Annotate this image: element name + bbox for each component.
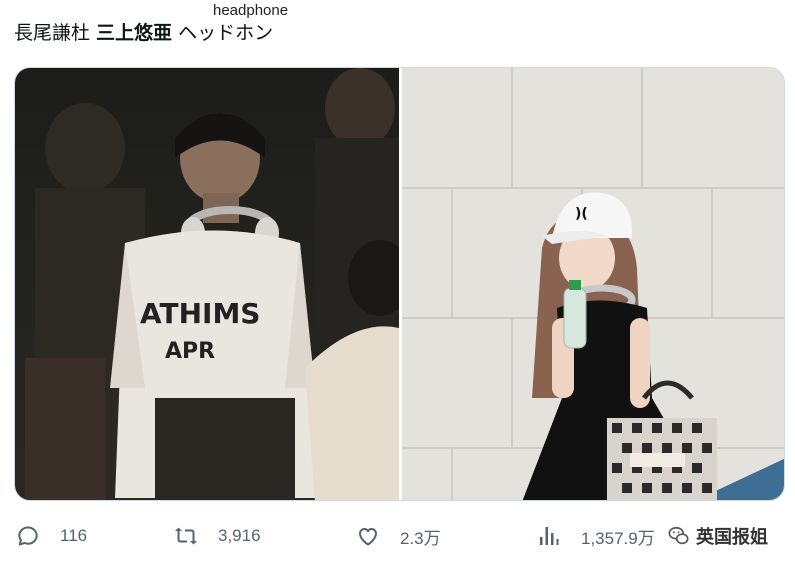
headphone-annotation: headphone (213, 2, 289, 19)
wechat-logo-icon (668, 526, 689, 545)
watermark: 英国报姐 (668, 520, 768, 552)
view-count: 1,357.9万 (581, 528, 655, 548)
views-icon (540, 527, 559, 545)
photo-right[interactable]: )( (402, 68, 784, 500)
reply-icon (18, 526, 38, 546)
svg-text:)(: )( (575, 206, 588, 222)
photo-left-image: ATHIMS APR (15, 68, 399, 500)
views-button[interactable]: 1,357.9万 (537, 518, 655, 554)
like-count: 2.3万 (400, 528, 441, 548)
watermark-text: 英国报姐 (696, 527, 768, 548)
svg-text:ATHIMS: ATHIMS (140, 297, 260, 330)
reply-button[interactable]: 116 (16, 518, 87, 554)
svg-text:APR: APR (165, 339, 215, 364)
tweet-text-suffix: ヘッドホン (172, 22, 274, 44)
tweet-text: 長尾謙杜 三上悠亜 ヘッドホン (14, 20, 273, 46)
tweet-text-plain: 長尾謙杜 (14, 22, 97, 44)
retweet-icon (175, 527, 197, 545)
retweet-button[interactable]: 3,916 (174, 518, 261, 554)
photo-right-image: )( (402, 68, 784, 500)
like-icon (359, 528, 377, 546)
tweet-text-bold: 三上悠亜 (96, 22, 173, 44)
retweet-count: 3,916 (218, 526, 261, 545)
photo-left[interactable]: ATHIMS APR (15, 68, 399, 500)
tweet-media[interactable]: ATHIMS APR)( (14, 67, 785, 501)
like-button[interactable]: 2.3万 (356, 518, 441, 554)
reply-count: 116 (60, 526, 88, 545)
